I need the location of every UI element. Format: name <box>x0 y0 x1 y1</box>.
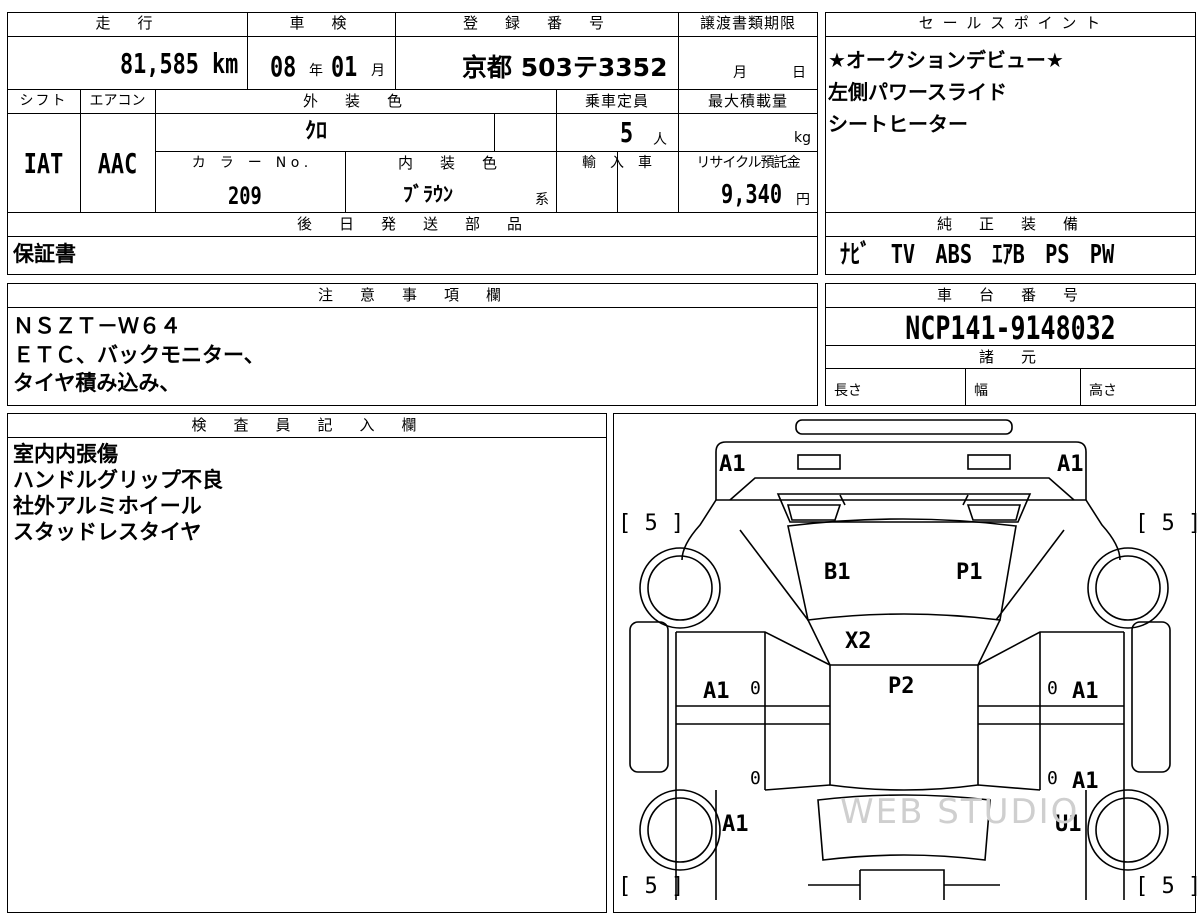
standard-equipment-header: 純 正 装 備 <box>936 215 1084 233</box>
damage-windshield: X2 <box>845 629 872 654</box>
import-header: 輸 入 車 <box>582 155 652 171</box>
inspection-year: 08 <box>270 50 297 83</box>
damage-left-front-door: A1 <box>703 679 730 704</box>
aircon-header: エアコン <box>89 93 146 109</box>
interior-color-header: 内 装 色 <box>397 154 503 172</box>
inspector-line-4: スタッドレスタイヤ <box>13 520 202 544</box>
damage-left-rear-fender: A1 <box>722 812 749 837</box>
max-load-unit: kg <box>794 130 811 146</box>
transfer-deadline-header: 譲渡書類期限 <box>699 14 796 32</box>
sales-point-2: 左側パワースライド <box>828 80 1007 104</box>
shift-header: シフト <box>19 93 68 109</box>
inspector-line-3: 社外アルミホイール <box>13 494 202 518</box>
recycle-unit: 円 <box>796 192 810 208</box>
tire-mark-rear-right: [ 5 ] <box>1135 874 1200 899</box>
sales-point-1: ★オークションデビュー★ <box>828 48 1064 72</box>
length-label: 長さ <box>834 383 862 399</box>
standard-equipment-value: ﾅﾋﾞ TV ABS ｴｱB PS PW <box>840 240 1115 270</box>
chassis-header: 車 台 番 号 <box>936 286 1084 304</box>
sales-point-3: シートヒーター <box>828 112 968 136</box>
mileage-unit: km <box>212 47 239 80</box>
zero-mark-1: 0 <box>750 678 761 699</box>
inspector-line-1: 室内内張傷 <box>13 442 118 466</box>
registration-header: 登 録 番 号 <box>462 14 610 32</box>
capacity-header: 乗車定員 <box>584 92 649 110</box>
mileage-header: 走 行 <box>95 14 159 32</box>
max-load-header: 最大積載量 <box>707 92 788 110</box>
mileage-value: 81,585 <box>120 47 199 80</box>
notes-header: 注 意 事 項 欄 <box>317 286 507 304</box>
height-label: 高さ <box>1089 383 1117 399</box>
recycle-value: 9,340 <box>721 180 783 210</box>
sales-points-header: セ ー ル ス ポ イ ン ト <box>918 14 1103 32</box>
registration-number: 京都 503テ3352 <box>462 53 668 82</box>
zero-mark-2: 0 <box>1047 678 1058 699</box>
car-diagram-panel <box>613 413 1196 913</box>
recycle-header: リサイクル預託金 <box>696 155 800 171</box>
inspector-line-2: ハンドルグリップ不良 <box>13 468 223 492</box>
later-parts-value: 保証書 <box>13 242 76 266</box>
damage-right-rear-door: A1 <box>1072 769 1099 794</box>
color-no-header: カ ラ ー N o . <box>191 155 309 171</box>
exterior-color-header: 外 装 色 <box>302 92 408 110</box>
zero-mark-4: 0 <box>1047 768 1058 789</box>
aircon-value: AAC <box>97 147 138 180</box>
watermark: WEB STUDIO <box>840 792 1080 832</box>
color-no-value: 209 <box>228 182 262 210</box>
notes-line-2: ＥＴＣ、バックモニター、 <box>13 343 265 367</box>
notes-line-3: タイヤ積み込み、 <box>13 371 181 395</box>
interior-color-suffix: 系 <box>535 192 549 208</box>
notes-line-1: ＮＳＺＴ－Ｗ６４ <box>13 314 181 338</box>
inspection-month: 01 <box>331 50 358 83</box>
month-unit: 月 <box>371 63 385 79</box>
damage-right-front-door: A1 <box>1072 679 1099 704</box>
year-unit: 年 <box>309 63 323 79</box>
capacity-value: 5 <box>620 116 634 149</box>
damage-front-left: A1 <box>719 452 746 477</box>
tire-mark-rear-left: [ 5 ] <box>618 874 685 899</box>
shift-value: IAT <box>23 147 64 180</box>
tire-mark-front-left: [ 5 ] <box>618 511 685 536</box>
inspector-header: 検 査 員 記 入 欄 <box>191 416 423 434</box>
damage-hood-left: B1 <box>824 560 851 585</box>
specs-header: 諸 元 <box>978 348 1042 366</box>
capacity-unit: 人 <box>653 132 667 148</box>
tire-mark-front-right: [ 5 ] <box>1135 511 1200 536</box>
interior-color-value: ﾌﾞﾗｳﾝ <box>403 182 453 206</box>
width-label: 幅 <box>974 383 988 399</box>
damage-front-right: A1 <box>1057 452 1084 477</box>
exterior-color-value: ｸﾛ <box>305 119 328 144</box>
chassis-number: NCP141-9148032 <box>905 309 1116 347</box>
zero-mark-3: 0 <box>750 768 761 789</box>
damage-roof: P2 <box>888 674 915 699</box>
inspection-header: 車 検 <box>289 14 353 32</box>
later-parts-header: 後 日 発 送 部 品 <box>296 215 528 233</box>
damage-hood-right: P1 <box>956 560 983 585</box>
transfer-month-unit: 月 <box>733 65 747 81</box>
transfer-day-unit: 日 <box>792 65 806 81</box>
